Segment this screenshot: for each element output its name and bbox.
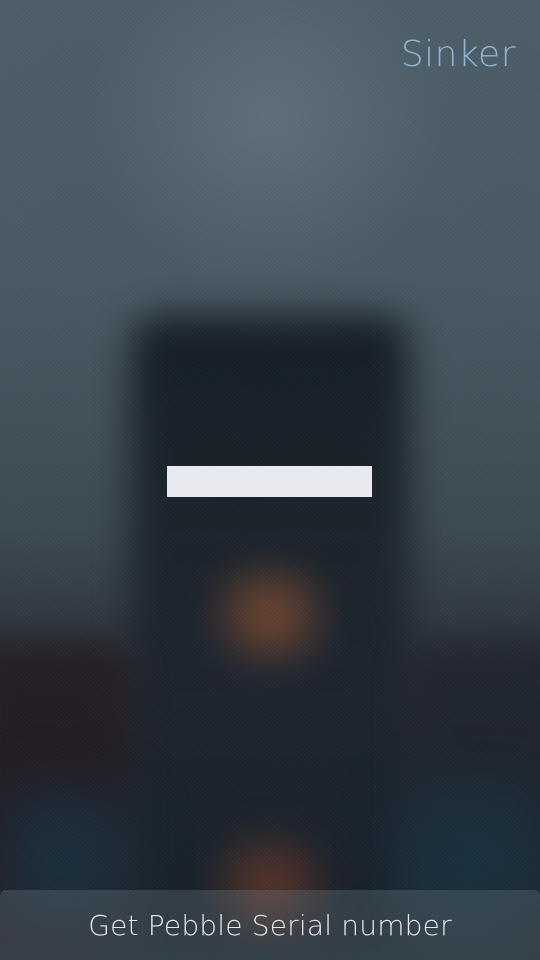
background-glow bbox=[225, 575, 315, 655]
get-serial-number-button-label: Get Pebble Serial number bbox=[88, 908, 452, 942]
page-title: Sinker bbox=[400, 34, 516, 75]
loading-placeholder-bar bbox=[167, 466, 372, 497]
get-serial-number-button[interactable]: Get Pebble Serial number bbox=[0, 890, 540, 960]
app-screen: Sinker Get Pebble Serial number bbox=[0, 0, 540, 960]
